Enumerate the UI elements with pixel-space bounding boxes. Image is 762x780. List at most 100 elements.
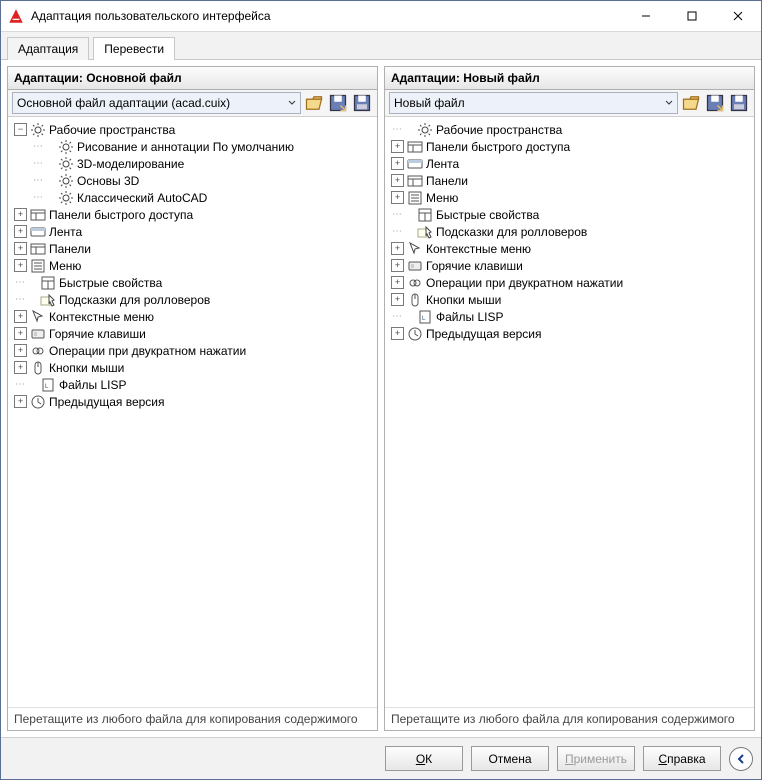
tree-node[interactable]: ⋯ Подсказки для ролловеров bbox=[10, 291, 375, 308]
tree-node[interactable]: +Кнопки мыши bbox=[387, 291, 752, 308]
tree-node[interactable]: ⋯ 3D-моделирование bbox=[10, 155, 375, 172]
expand-icon[interactable]: + bbox=[14, 208, 27, 221]
gear-icon bbox=[58, 173, 74, 189]
gear-icon bbox=[58, 156, 74, 172]
tree-node[interactable]: ⋯Основы 3D bbox=[10, 172, 375, 189]
tree-node-label: Операции при двукратном нажатии bbox=[49, 344, 246, 358]
expand-icon[interactable]: + bbox=[391, 293, 404, 306]
hotkey-icon bbox=[30, 326, 46, 342]
tree-node[interactable]: +Контекстные меню bbox=[10, 308, 375, 325]
help-button[interactable]: Справка bbox=[643, 746, 721, 771]
tree-node[interactable]: + Предыдущая версия bbox=[10, 393, 375, 410]
tree-node[interactable]: ⋯Быстрые свойства bbox=[10, 274, 375, 291]
close-button[interactable] bbox=[715, 1, 761, 31]
collapse-icon[interactable]: − bbox=[14, 123, 27, 136]
ok-button[interactable]: ОК bbox=[385, 746, 463, 771]
tree-node-label: Горячие клавиши bbox=[49, 327, 146, 341]
right-file-combo-label: Новый файл bbox=[394, 96, 465, 110]
save-as-button[interactable] bbox=[704, 92, 726, 114]
dialog-window: Адаптация пользовательского интерфейса А… bbox=[0, 0, 762, 780]
expand-icon[interactable]: + bbox=[14, 310, 27, 323]
expand-icon[interactable]: + bbox=[14, 259, 27, 272]
cancel-button[interactable]: Отмена bbox=[471, 746, 549, 771]
minimize-button[interactable] bbox=[623, 1, 669, 31]
tab-translate[interactable]: Перевести bbox=[93, 37, 175, 60]
tree-node-label: Панели быстрого доступа bbox=[426, 140, 570, 154]
tree-node[interactable]: + Горячие клавиши bbox=[10, 325, 375, 342]
expand-icon[interactable]: + bbox=[14, 225, 27, 238]
left-tree[interactable]: −Рабочие пространства⋯Рисование и аннота… bbox=[8, 117, 377, 707]
left-file-combo-label: Основной файл адаптации (acad.cuix) bbox=[17, 96, 230, 110]
panels-icon bbox=[407, 173, 423, 189]
tree-node-label: Предыдущая версия bbox=[49, 395, 165, 409]
tree-node[interactable]: ⋯Быстрые свойства bbox=[387, 206, 752, 223]
dialog-body: Адаптации: Основной файл Основной файл а… bbox=[1, 60, 761, 737]
menu-icon bbox=[407, 190, 423, 206]
expand-icon[interactable]: + bbox=[391, 174, 404, 187]
open-file-button[interactable] bbox=[303, 92, 325, 114]
tree-node[interactable]: + Панели быстрого доступа bbox=[387, 138, 752, 155]
tree-node-label: Контекстные меню bbox=[426, 242, 531, 256]
back-button[interactable] bbox=[729, 747, 753, 771]
tree-node-label: Основы 3D bbox=[77, 174, 139, 188]
tree-node[interactable]: +Панели bbox=[10, 240, 375, 257]
tree-connector: ⋯ bbox=[391, 311, 403, 322]
expand-icon[interactable]: + bbox=[14, 327, 27, 340]
tree-connector: ⋯ bbox=[391, 209, 403, 220]
apply-button[interactable]: Применить bbox=[557, 746, 635, 771]
maximize-button[interactable] bbox=[669, 1, 715, 31]
tree-node[interactable]: ⋯Рабочие пространства bbox=[387, 121, 752, 138]
expand-icon[interactable]: + bbox=[14, 361, 27, 374]
expand-icon[interactable]: + bbox=[391, 327, 404, 340]
tree-node[interactable]: +Лента bbox=[387, 155, 752, 172]
tree-node[interactable]: +Предыдущая версия bbox=[387, 325, 752, 342]
tree-node[interactable]: +Лента bbox=[10, 223, 375, 240]
hotkey-icon bbox=[407, 258, 423, 274]
expand-icon[interactable]: + bbox=[391, 259, 404, 272]
left-file-combo[interactable]: Основной файл адаптации (acad.cuix) bbox=[12, 92, 301, 114]
tree-node[interactable]: +Панели быстрого доступа bbox=[10, 206, 375, 223]
tree-node-label: Панели bbox=[426, 174, 468, 188]
tree-node[interactable]: ⋯Рисование и аннотации По умолчанию bbox=[10, 138, 375, 155]
tree-node-label: 3D-моделирование bbox=[77, 157, 184, 171]
tree-node[interactable]: + Панели bbox=[387, 172, 752, 189]
expand-icon[interactable]: + bbox=[391, 242, 404, 255]
tree-node[interactable]: ⋯LФайлы LISP bbox=[10, 376, 375, 393]
tree-node[interactable]: + Кнопки мыши bbox=[10, 359, 375, 376]
tree-node-label: Кнопки мыши bbox=[49, 361, 124, 375]
expand-icon[interactable]: + bbox=[391, 276, 404, 289]
open-file-button[interactable] bbox=[680, 92, 702, 114]
tree-connector: ⋯ bbox=[32, 158, 44, 169]
tree-node[interactable]: ⋯Подсказки для ролловеров bbox=[387, 223, 752, 240]
expand-icon[interactable]: + bbox=[391, 140, 404, 153]
tree-node[interactable]: −Рабочие пространства bbox=[10, 121, 375, 138]
expand-icon[interactable]: + bbox=[14, 242, 27, 255]
tree-node-label: Файлы LISP bbox=[59, 378, 126, 392]
tree-node[interactable]: +Горячие клавиши bbox=[387, 257, 752, 274]
expand-icon[interactable]: + bbox=[14, 344, 27, 357]
tree-node[interactable]: ⋯LФайлы LISP bbox=[387, 308, 752, 325]
expand-icon[interactable]: + bbox=[14, 395, 27, 408]
right-tree[interactable]: ⋯Рабочие пространства + Панели быстрого до… bbox=[385, 117, 754, 707]
tree-connector: ⋯ bbox=[14, 294, 26, 305]
tree-node[interactable]: + Контекстные меню bbox=[387, 240, 752, 257]
tree-node[interactable]: ⋯Классический AutoCAD bbox=[10, 189, 375, 206]
expand-icon[interactable]: + bbox=[391, 157, 404, 170]
ribbon-icon bbox=[407, 156, 423, 172]
tree-node[interactable]: + Операции при двукратном нажатии bbox=[10, 342, 375, 359]
expand-icon[interactable]: + bbox=[391, 191, 404, 204]
tree-node[interactable]: +Меню bbox=[387, 189, 752, 206]
rollover-icon bbox=[417, 224, 433, 240]
save-button[interactable] bbox=[728, 92, 750, 114]
app-icon bbox=[7, 7, 25, 25]
tree-node[interactable]: +Меню bbox=[10, 257, 375, 274]
dblclick-icon bbox=[407, 275, 423, 291]
right-file-combo[interactable]: Новый файл bbox=[389, 92, 678, 114]
tab-adaptation[interactable]: Адаптация bbox=[7, 37, 89, 60]
tree-node-label: Подсказки для ролловеров bbox=[59, 293, 210, 307]
save-button[interactable] bbox=[351, 92, 373, 114]
save-as-button[interactable] bbox=[327, 92, 349, 114]
lisp-icon: L bbox=[417, 309, 433, 325]
tree-node[interactable]: +Операции при двукратном нажатии bbox=[387, 274, 752, 291]
left-toolbar: Основной файл адаптации (acad.cuix) bbox=[8, 90, 377, 117]
